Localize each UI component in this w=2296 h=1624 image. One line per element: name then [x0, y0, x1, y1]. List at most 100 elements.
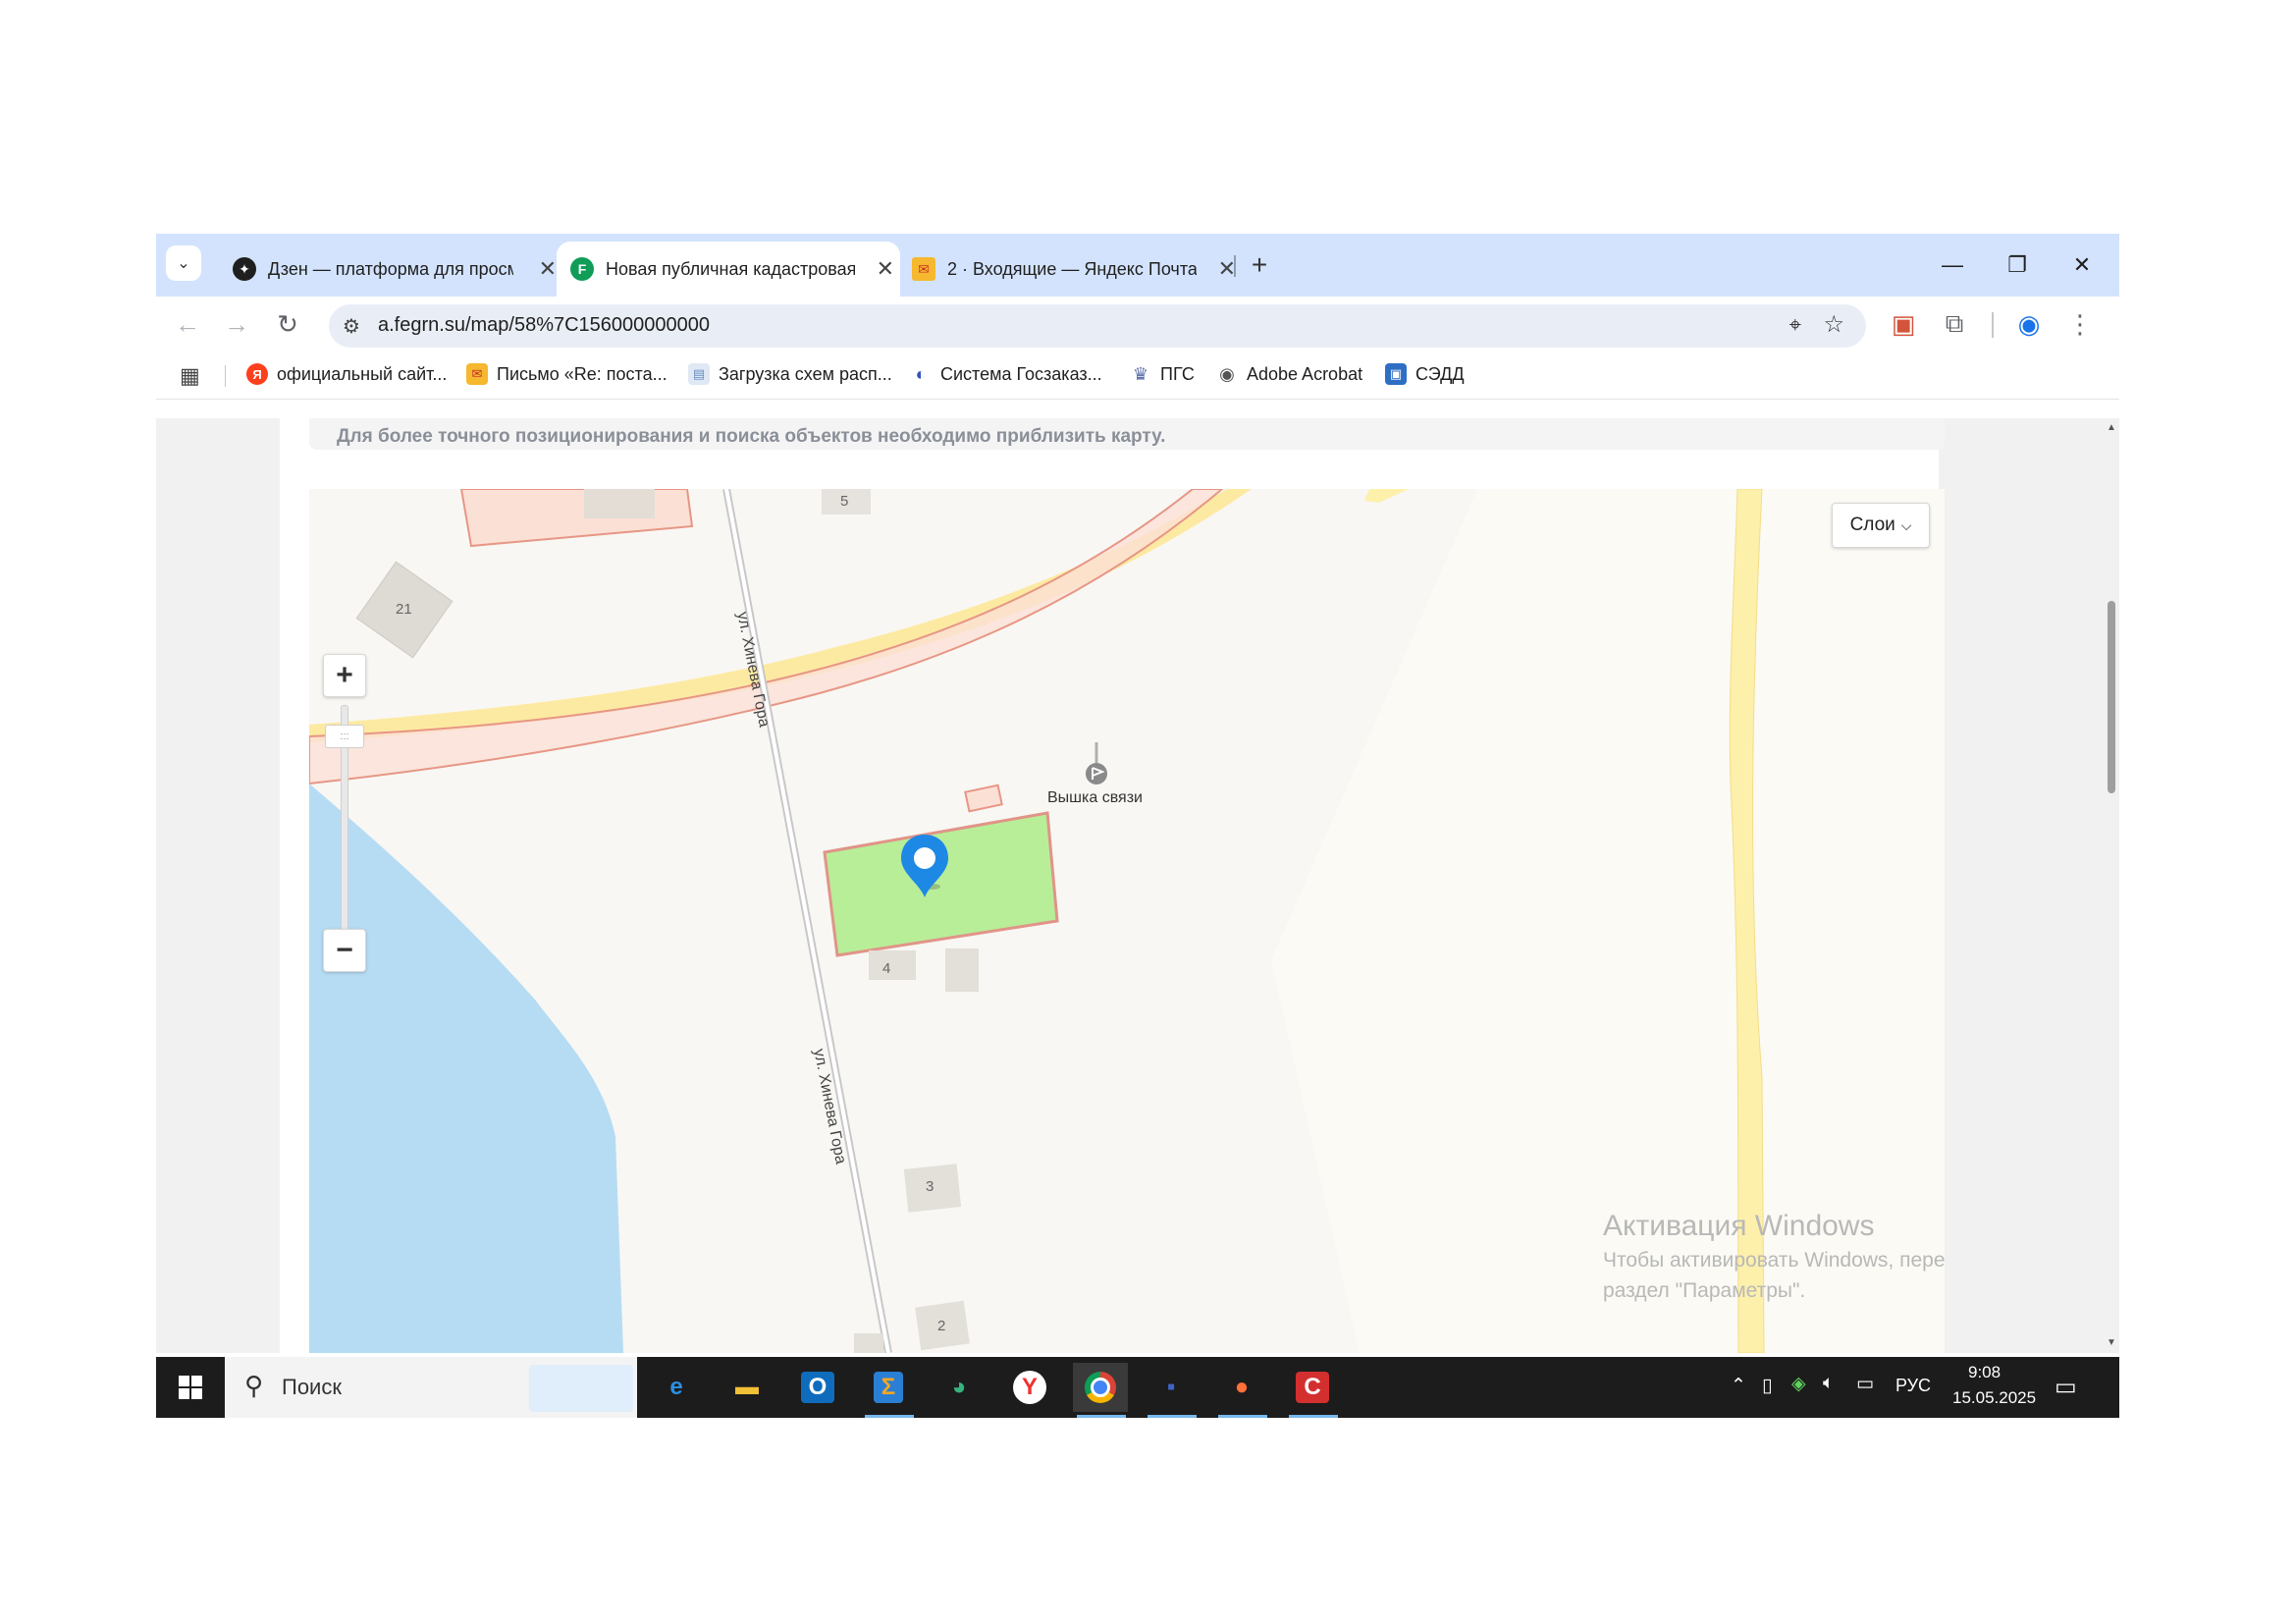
tab-title: Дзен — платформа для просм	[268, 258, 513, 279]
sigma-app-icon[interactable]: Σ	[861, 1363, 916, 1412]
back-icon[interactable]: ←	[172, 308, 203, 340]
taskbar: ⚲ Поиск e ▬ O Σ ◕ Y ▪ ● C ⌃ ▯ ◈ 🔈︎ ▭ РУС…	[156, 1357, 2119, 1418]
cadastral-strip	[309, 489, 1224, 785]
bookmark-item[interactable]: ▣ СЭДД	[1385, 363, 1465, 385]
tab-separator	[1234, 255, 1236, 277]
device-icon[interactable]: ▯	[1762, 1375, 1772, 1397]
bookmark-label: Загрузка схем расп...	[719, 363, 892, 384]
site-info-icon[interactable]: ⚙	[343, 314, 360, 339]
yandex-browser-icon[interactable]: Y	[1002, 1363, 1057, 1412]
red-app-icon[interactable]: C	[1285, 1363, 1340, 1412]
zoom-in-button[interactable]: +	[323, 654, 366, 697]
bookmark-label: Письмо «Re: поста...	[497, 363, 667, 384]
page-scrollbar[interactable]: ▲ ▼	[2104, 418, 2119, 1353]
restore-icon[interactable]: ❐	[1990, 244, 2045, 287]
extensions-puzzle-icon[interactable]: ⧉	[1939, 308, 1970, 340]
chrome-icon[interactable]	[1073, 1363, 1128, 1412]
active-app-indicator	[1077, 1415, 1126, 1418]
edge-icon[interactable]: ◕	[932, 1363, 987, 1412]
close-tab-icon[interactable]: ✕	[1212, 256, 1242, 282]
toolbar-separator	[1992, 312, 1994, 338]
building-label: 5	[840, 493, 849, 510]
windows-logo-icon	[179, 1376, 202, 1399]
bookmarks-bar: ▦ Я официальный сайт... ✉ Письмо «Re: по…	[156, 352, 2119, 400]
notifications-icon[interactable]: ▭	[2055, 1373, 2077, 1401]
search-icon: ⚲	[244, 1371, 264, 1400]
start-button[interactable]	[156, 1357, 225, 1418]
taskbar-search[interactable]: ⚲ Поиск	[225, 1357, 637, 1418]
reload-icon[interactable]: ↻	[272, 308, 303, 340]
save-disk-icon[interactable]: ▪	[1144, 1363, 1199, 1412]
network-icon[interactable]: ▭	[1856, 1373, 1874, 1395]
language-indicator[interactable]: РУС	[1896, 1376, 1931, 1396]
tab-dzen[interactable]: ✦ Дзен — платформа для просм ✕	[219, 242, 562, 297]
scrollbar-thumb[interactable]	[2108, 601, 2115, 793]
map-panel: Для более точного позиционирования и пои…	[280, 418, 1945, 1353]
globe-icon: ◉	[1216, 363, 1238, 385]
bookmark-item[interactable]: ◐ Система Госзаказ...	[910, 363, 1102, 385]
bookmarks-separator	[225, 365, 226, 387]
menu-icon[interactable]: ⋮	[2064, 308, 2096, 340]
file-explorer-icon[interactable]: ▬	[720, 1363, 774, 1412]
scroll-down-icon[interactable]: ▼	[2107, 1337, 2116, 1348]
document-icon: ▤	[688, 363, 710, 385]
clock-date[interactable]: 15.05.2025	[1952, 1388, 2036, 1408]
yandex-icon: Я	[246, 363, 268, 385]
chevron-up-icon[interactable]: ⌃	[1731, 1375, 1746, 1397]
tab-yandex-mail[interactable]: ✉ 2 · Входящие — Яндекс Почта ✕	[898, 242, 1242, 297]
notice-text: Для более точного позиционирования и пои…	[337, 426, 1166, 447]
layers-button[interactable]: Слои ⌵	[1832, 503, 1930, 548]
tab-search-button[interactable]: ⌄	[166, 245, 201, 281]
chevron-down-icon: ⌵	[1900, 516, 1912, 533]
tab-bar: ⌄ ✦ Дзен — платформа для просм ✕ F Новая…	[156, 234, 2119, 297]
bookmark-item[interactable]: Я официальный сайт...	[246, 363, 447, 385]
bookmark-label: Adobe Acrobat	[1247, 363, 1363, 384]
browser-toolbar: ← → ↻ ⚙ a.fegrn.su/map/58%7C156000000000…	[156, 297, 2119, 352]
profile-icon[interactable]: ◉	[2013, 308, 2045, 340]
bookmark-label: официальный сайт...	[277, 363, 448, 384]
page-viewport: Для более точного позиционирования и пои…	[156, 418, 2119, 1353]
activation-watermark-title: Активация Windows	[1603, 1210, 1875, 1242]
running-app-indicator	[1218, 1415, 1267, 1418]
clock-time[interactable]: 9:08	[1968, 1363, 2001, 1382]
location-off-icon[interactable]: ⌖	[1789, 312, 1801, 338]
building-bottom	[854, 1333, 883, 1353]
security-icon[interactable]: ◈	[1791, 1373, 1806, 1395]
running-app-indicator	[865, 1415, 914, 1418]
bookmark-item[interactable]: ♛ ПГС	[1130, 363, 1195, 385]
goszakaz-icon: ◐	[910, 363, 932, 385]
browser-window: ⌄ ✦ Дзен — платформа для просм ✕ F Новая…	[156, 234, 2119, 1416]
forward-icon[interactable]: →	[221, 308, 252, 340]
bookmark-item[interactable]: ◉ Adobe Acrobat	[1216, 363, 1362, 385]
firefox-icon[interactable]: ●	[1214, 1363, 1269, 1412]
layers-button-label: Слои	[1849, 514, 1896, 535]
fegrn-icon: F	[570, 257, 594, 281]
bookmark-item[interactable]: ▤ Загрузка схем расп...	[688, 363, 892, 385]
activation-watermark-text: Чтобы активировать Windows, перейдите в …	[1603, 1249, 1945, 1302]
outlook-icon[interactable]: O	[790, 1363, 845, 1412]
internet-explorer-icon[interactable]: e	[649, 1363, 704, 1412]
cadastral-map[interactable]: 5 21 4 3 2 ул. Хинева Гора ул. Хинева Го…	[309, 489, 1945, 1353]
url-text[interactable]: a.fegrn.su/map/58%7C156000000000	[378, 314, 710, 337]
yandex-mail-icon: ✉	[912, 257, 935, 281]
zoom-out-button[interactable]: −	[323, 929, 366, 972]
briefcase-icon: ▣	[1385, 363, 1407, 385]
extension-icon[interactable]: ▣	[1888, 308, 1919, 340]
poi-label[interactable]: Вышка связи	[1047, 789, 1143, 807]
bookmark-item[interactable]: ✉ Письмо «Re: поста...	[466, 363, 667, 385]
bookmark-label: ПГС	[1160, 363, 1195, 384]
minimize-icon[interactable]: —	[1925, 244, 1980, 287]
new-tab-button[interactable]: +	[1242, 245, 1277, 285]
tab-fegrn[interactable]: F Новая публичная кадастровая ✕	[557, 242, 900, 297]
close-tab-icon[interactable]: ✕	[871, 256, 900, 282]
building-label: 2	[937, 1318, 946, 1334]
close-window-icon[interactable]: ✕	[2055, 244, 2109, 287]
volume-icon[interactable]: 🔈︎	[1823, 1373, 1834, 1394]
address-bar[interactable]: ⚙ a.fegrn.su/map/58%7C156000000000 ⌖ ☆	[329, 304, 1866, 348]
bookmark-star-icon[interactable]: ☆	[1823, 310, 1844, 339]
apps-icon[interactable]: ▦	[180, 363, 200, 389]
bookmark-label: СЭДД	[1415, 363, 1465, 384]
parcel-top	[459, 489, 694, 548]
zoom-slider-handle[interactable]: :::	[325, 725, 364, 748]
scroll-up-icon[interactable]: ▲	[2107, 422, 2116, 433]
